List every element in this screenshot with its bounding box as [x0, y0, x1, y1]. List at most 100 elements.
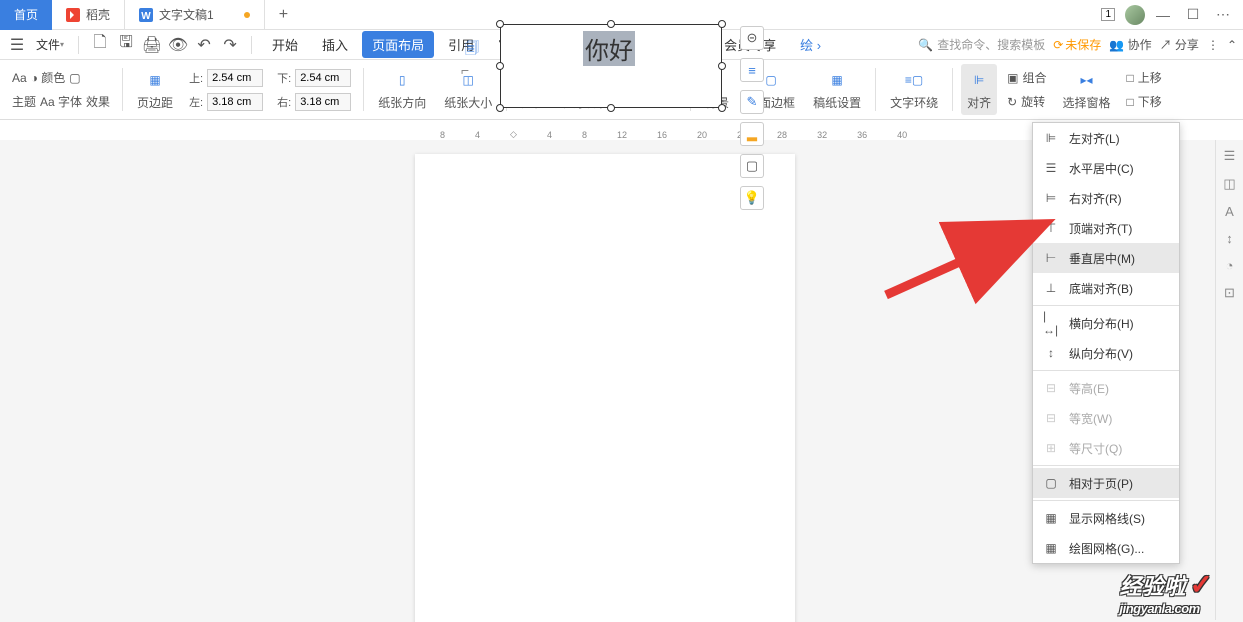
file-menu[interactable]: 文件▾ — [32, 36, 68, 53]
dd-align-bottom[interactable]: ⊥底端对齐(B) — [1033, 273, 1179, 303]
textbox-text[interactable]: 你好 — [583, 31, 635, 66]
right-panel: ☰ ◫ A ↕ ◔ ⊡ — [1215, 140, 1243, 620]
handle-bm[interactable] — [607, 104, 615, 112]
eq-s-icon: ⊞ — [1043, 440, 1059, 456]
more-icon[interactable]: ⋮ — [1207, 38, 1219, 52]
align-icon: ⊫ — [967, 68, 991, 92]
handle-tm[interactable] — [607, 20, 615, 28]
avatar[interactable] — [1125, 5, 1145, 25]
new-icon[interactable]: 🗋 — [89, 34, 111, 56]
handle-mr[interactable] — [718, 62, 726, 70]
dd-align-right[interactable]: ⊨右对齐(R) — [1033, 183, 1179, 213]
dd-relative-page[interactable]: ▢相对于页(P) — [1033, 468, 1179, 498]
dd-align-vcenter[interactable]: ⊢垂直居中(M) — [1033, 243, 1179, 273]
tab-insert[interactable]: 插入 — [312, 31, 358, 58]
rp-icon-2[interactable]: A — [1225, 204, 1234, 219]
options-button[interactable]: ⋯ — [1211, 3, 1235, 27]
tab-docer[interactable]: 稻壳 — [52, 0, 124, 30]
bulb-icon[interactable]: 💡 — [740, 186, 764, 210]
dd-align-top[interactable]: ⊤顶端对齐(T) — [1033, 213, 1179, 243]
dd-align-hcenter[interactable]: ☰水平居中(C) — [1033, 153, 1179, 183]
page-mark-icon[interactable]: 🗐 — [465, 38, 479, 62]
tab-add[interactable]: + — [265, 0, 295, 30]
margin-right-input[interactable] — [295, 93, 351, 111]
theme-icon[interactable]: Aa — [12, 71, 27, 85]
margin-left-input[interactable] — [207, 93, 263, 111]
dd-equal-height: ⊟等高(E) — [1033, 373, 1179, 403]
handle-bl[interactable] — [496, 104, 504, 112]
menu-icon[interactable]: ☰ — [6, 34, 28, 56]
align-hcenter-icon: ☰ — [1043, 160, 1059, 176]
theme-label[interactable]: 主题 — [12, 93, 36, 110]
unsaved-badge[interactable]: ⟳ 未保存 — [1053, 36, 1101, 53]
wrap-side-icon[interactable]: ≡ — [740, 58, 764, 82]
page[interactable] — [415, 154, 795, 622]
tab-document[interactable]: W 文字文稿1 — [124, 0, 265, 30]
collapse-icon[interactable]: ⊝ — [740, 26, 764, 50]
undo-icon[interactable]: ↶ — [193, 34, 215, 56]
rp-icon-3[interactable]: ↕ — [1226, 231, 1233, 246]
handle-tr[interactable] — [718, 20, 726, 28]
margin-button[interactable]: ▦ 页边距 — [131, 64, 179, 115]
maximize-button[interactable]: ☐ — [1181, 3, 1205, 27]
dd-show-gridlines[interactable]: ▦显示网格线(S) — [1033, 503, 1179, 533]
floating-toolbar: ⊝ ≡ ✎ ▂ ▢ 💡 — [740, 26, 764, 210]
handle-br[interactable] — [718, 104, 726, 112]
handle-ml[interactable] — [496, 62, 504, 70]
minimize-button[interactable]: — — [1151, 3, 1175, 27]
rp-expand-icon[interactable]: ☰ — [1224, 148, 1236, 164]
preview-icon[interactable]: 👁 — [167, 34, 189, 56]
drawgrid-icon: ▦ — [1043, 540, 1059, 556]
save-icon[interactable]: 🖫 — [115, 34, 137, 56]
tab-draw[interactable]: 绘 › — [790, 31, 831, 58]
rp-icon-5[interactable]: ⊡ — [1224, 285, 1235, 301]
handle-tl[interactable] — [496, 20, 504, 28]
redo-icon[interactable]: ↷ — [219, 34, 241, 56]
wrap-button[interactable]: ≡▢文字环绕 — [884, 64, 944, 115]
tab-start[interactable]: 开始 — [262, 31, 308, 58]
text-box[interactable]: 你好 — [500, 24, 722, 108]
tab-pagelayout[interactable]: 页面布局 — [362, 31, 434, 58]
pane-button[interactable]: ▸◂选择窗格 — [1056, 64, 1116, 115]
collapse-icon[interactable]: ⌃ — [1227, 38, 1237, 52]
font-btn[interactable]: Aa 字体 — [40, 93, 82, 110]
dd-dist-h[interactable]: |↔|横向分布(H) — [1033, 308, 1179, 338]
align-top-icon: ⊤ — [1043, 220, 1059, 236]
share-button[interactable]: ↗ 分享 — [1160, 36, 1199, 53]
dd-equal-size: ⊞等尺寸(Q) — [1033, 433, 1179, 463]
align-button[interactable]: ⊫对齐 — [961, 64, 997, 115]
margin-icon: ▦ — [143, 68, 167, 92]
frame-icon[interactable]: ▢ — [740, 154, 764, 178]
word-icon: W — [139, 8, 153, 22]
margin-bottom-input[interactable] — [295, 69, 351, 87]
color-btn[interactable]: ◑ 颜色 — [31, 69, 66, 86]
box-icon[interactable]: ▢ — [69, 71, 80, 85]
tab-home[interactable]: 首页 — [0, 0, 52, 30]
collab-button[interactable]: 👥 协作 — [1109, 36, 1151, 53]
highlight-icon[interactable]: ▂ — [740, 122, 764, 146]
group-button[interactable]: ▣ 组合 — [1007, 67, 1046, 89]
pen-icon[interactable]: ✎ — [740, 90, 764, 114]
svg-text:W: W — [141, 11, 151, 22]
rp-icon-1[interactable]: ◫ — [1223, 176, 1235, 192]
window-count[interactable]: 1 — [1101, 8, 1115, 21]
dist-h-icon: |↔| — [1043, 315, 1059, 331]
dd-equal-width: ⊟等宽(W) — [1033, 403, 1179, 433]
effect-btn[interactable]: 效果 — [86, 93, 110, 110]
docer-icon — [66, 8, 80, 22]
rotate-button[interactable]: ↻ 旋转 — [1007, 91, 1046, 113]
rp-icon-4[interactable]: ◔ — [1226, 258, 1234, 273]
grid-button[interactable]: ▦稿纸设置 — [807, 64, 867, 115]
search-box[interactable]: 🔍 查找命令、搜索模板 — [918, 36, 1045, 53]
orientation-button[interactable]: ▯纸张方向 — [372, 64, 432, 115]
dd-align-left[interactable]: ⊫左对齐(L) — [1033, 123, 1179, 153]
dd-draw-grid[interactable]: ▦绘图网格(G)... — [1033, 533, 1179, 563]
movedown-button[interactable]: □ 下移 — [1126, 91, 1161, 113]
dd-dist-v[interactable]: ↕纵向分布(V) — [1033, 338, 1179, 368]
eq-w-icon: ⊟ — [1043, 410, 1059, 426]
print-icon[interactable]: 🖨 — [141, 34, 163, 56]
moveup-button[interactable]: □ 上移 — [1126, 67, 1161, 89]
wrap-icon: ≡▢ — [902, 68, 926, 92]
rel-page-icon: ▢ — [1043, 475, 1059, 491]
margin-top-input[interactable] — [207, 69, 263, 87]
